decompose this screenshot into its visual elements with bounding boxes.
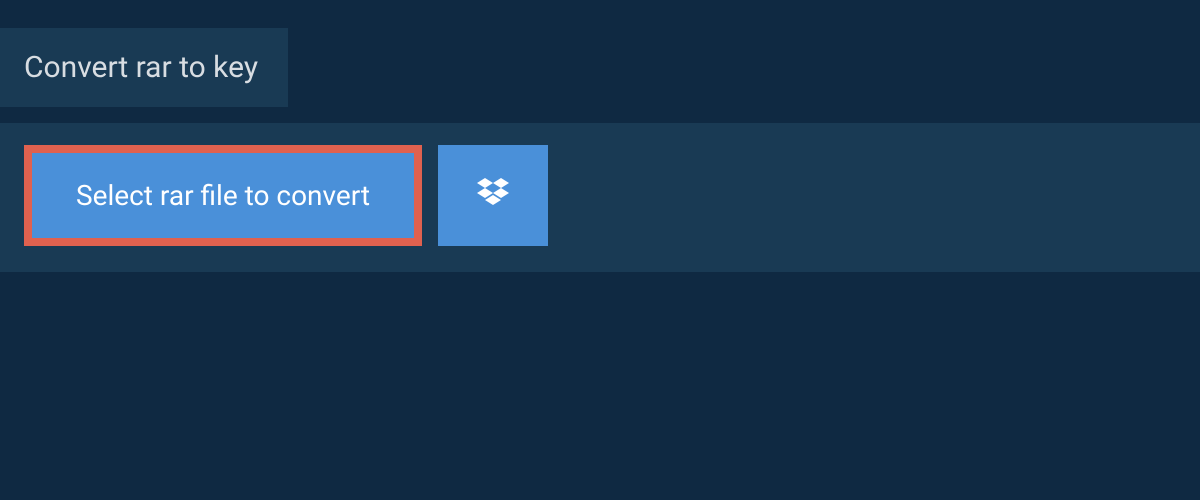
dropbox-button[interactable] [438, 145, 548, 246]
page-title: Convert rar to key [24, 50, 258, 85]
select-file-button[interactable]: Select rar file to convert [24, 145, 422, 246]
dropbox-icon [473, 174, 513, 217]
select-file-label: Select rar file to convert [76, 179, 370, 212]
page-title-tab: Convert rar to key [0, 28, 288, 107]
upload-panel: Select rar file to convert [0, 123, 1200, 272]
